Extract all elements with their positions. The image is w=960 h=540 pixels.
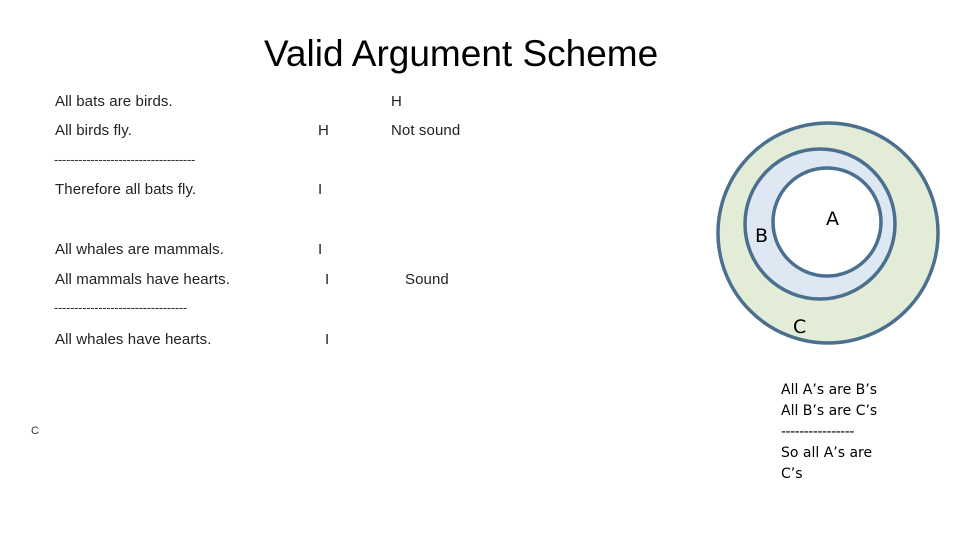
label-a: A — [826, 208, 839, 230]
label-b: B — [755, 225, 769, 247]
syllogism-block: All A’s are B’s All B’s are C’s --------… — [781, 380, 877, 485]
syllogism-line4: C’s — [781, 466, 803, 482]
syllogism-separator: ---------------- — [781, 424, 854, 440]
syllogism-line1: All A’s are B’s — [781, 382, 878, 398]
syllogism-line3: So all A’s are — [781, 445, 873, 461]
label-c: C — [793, 316, 807, 338]
syllogism-line2: All B’s are C’s — [781, 403, 878, 419]
